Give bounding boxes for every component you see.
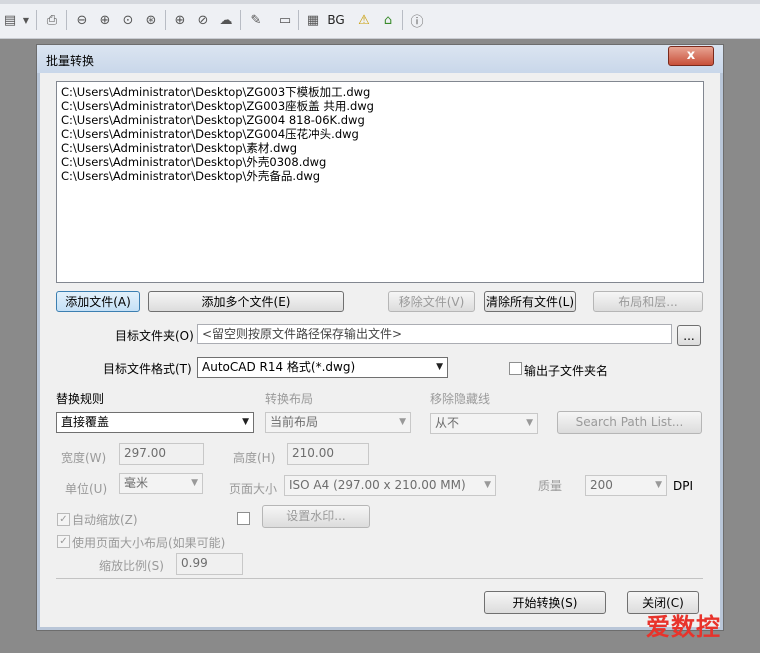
zoom-window-icon[interactable]: ⊙ [118, 10, 138, 30]
quality-value: 200 [590, 478, 613, 492]
start-convert-button[interactable]: 开始转换(S) [484, 591, 606, 614]
page-size-select[interactable]: ISO A4 (297.00 x 210.00 MM) ▼ [284, 475, 496, 496]
list-item[interactable]: C:\Users\Administrator\Desktop\素材.dwg [57, 141, 703, 155]
quality-label: 质量 [538, 479, 563, 493]
list-item[interactable]: C:\Users\Administrator\Desktop\ZG004 818… [57, 113, 703, 127]
pan-icon[interactable]: ☁ [216, 10, 236, 30]
list-item[interactable]: C:\Users\Administrator\Desktop\ZG003下模板加… [57, 85, 703, 99]
info-icon[interactable]: ⓘ [407, 10, 427, 30]
output-subfolder-checkbox[interactable] [509, 362, 522, 375]
target-folder-input[interactable]: <留空则按原文件路径保存输出文件> [197, 324, 672, 344]
bw-icon[interactable]: ▦ [303, 10, 323, 30]
auto-zoom-label: 自动缩放(Z) [72, 513, 138, 527]
height-label: 高度(H) [233, 451, 276, 465]
convert-layout-label: 转换布局 [265, 392, 314, 406]
watermark-checkbox[interactable] [237, 512, 250, 525]
chevron-down-icon: ▼ [526, 418, 533, 428]
remove-hidden-value: 从不 [435, 416, 460, 430]
layout-icon[interactable]: ▭ [275, 10, 295, 30]
add-file-button[interactable]: 添加文件(A) [56, 291, 140, 312]
zoom-dynamic-icon[interactable]: ⊛ [141, 10, 161, 30]
zoom-extents-icon[interactable]: ⊕ [170, 10, 190, 30]
layout-layers-button[interactable]: 布局和层... [593, 291, 703, 312]
main-toolbar: ▤ ▼ ⎙ ⊖ ⊕ ⊙ ⊛ ⊕ ⊘ ☁ ✎ ▭ ▦ BG ⚠ ⌂ ⓘ [0, 0, 760, 39]
use-page-layout-checkbox[interactable]: ✓ [57, 535, 70, 548]
output-subfolder-label: 输出子文件夹名 [524, 364, 609, 378]
zoom-in-icon[interactable]: ⊕ [95, 10, 115, 30]
width-input[interactable]: 297.00 [119, 443, 204, 465]
browse-button[interactable]: ... [677, 325, 701, 346]
toolbar-separator [66, 10, 67, 30]
page-size-label: 页面大小 [229, 482, 278, 496]
zoom-out-icon[interactable]: ⊖ [72, 10, 92, 30]
toolbar-separator [165, 10, 166, 30]
chevron-down-icon: ▼ [436, 362, 443, 372]
clear-all-files-button[interactable]: 清除所有文件(L) [484, 291, 576, 312]
auto-zoom-checkbox[interactable]: ✓ [57, 513, 70, 526]
group-divider [56, 578, 703, 579]
target-format-label: 目标文件格式(T) [103, 362, 192, 376]
toolbar-separator [240, 10, 241, 30]
open-icon[interactable]: ▤ [0, 10, 20, 30]
home-icon[interactable]: ⌂ [378, 10, 398, 30]
dialog-title: 批量转换 [46, 54, 95, 68]
add-multiple-files-button[interactable]: 添加多个文件(E) [148, 291, 344, 312]
page-size-value: ISO A4 (297.00 x 210.00 MM) [289, 478, 466, 492]
quality-select[interactable]: 200 ▼ [585, 475, 667, 496]
zoom-realtime-icon[interactable]: ⊘ [193, 10, 213, 30]
width-label: 宽度(W) [61, 451, 107, 465]
convert-layout-select[interactable]: 当前布局 ▼ [265, 412, 411, 433]
bg-button[interactable]: BG [325, 10, 347, 30]
zoom-ratio-label: 缩放比例(S) [99, 559, 164, 573]
list-item[interactable]: C:\Users\Administrator\Desktop\外壳备品.dwg [57, 169, 703, 183]
chevron-down-icon: ▼ [191, 478, 198, 488]
replace-rule-select[interactable]: 直接覆盖 ▼ [56, 412, 254, 433]
chevron-down-icon: ▼ [484, 480, 491, 490]
unit-label: 单位(U) [65, 482, 108, 496]
list-item[interactable]: C:\Users\Administrator\Desktop\ZG003座板盖 … [57, 99, 703, 113]
batch-convert-dialog: 批量转换 x C:\Users\Administrator\Desktop\ZG… [36, 44, 724, 631]
warning-icon[interactable]: ⚠ [354, 10, 374, 30]
unit-select[interactable]: 毫米 ▼ [119, 473, 203, 494]
replace-rule-value: 直接覆盖 [61, 415, 110, 429]
height-input[interactable]: 210.00 [287, 443, 369, 465]
layer-icon[interactable]: ✎ [246, 10, 266, 30]
print-icon[interactable]: ⎙ [42, 10, 62, 30]
convert-layout-value: 当前布局 [270, 415, 319, 429]
site-watermark: 爱数控 [646, 613, 721, 641]
set-watermark-button[interactable]: 设置水印... [262, 505, 370, 528]
chevron-down-icon: ▼ [399, 417, 406, 427]
chevron-down-icon: ▼ [655, 480, 662, 490]
search-path-button[interactable]: Search Path List... [557, 411, 702, 434]
dpi-label: DPI [673, 479, 694, 493]
target-folder-label: 目标文件夹(O) [115, 329, 194, 343]
replace-rule-label: 替换规则 [56, 392, 105, 406]
dropdown-icon[interactable]: ▼ [20, 10, 32, 30]
list-item[interactable]: C:\Users\Administrator\Desktop\ZG004压花冲头… [57, 127, 703, 141]
toolbar-separator [36, 10, 37, 30]
menu-strip [0, 0, 760, 4]
toolbar-separator [402, 10, 403, 30]
zoom-ratio-input[interactable]: 0.99 [176, 553, 243, 575]
use-page-layout-label: 使用页面大小布局(如果可能) [72, 536, 226, 550]
chevron-down-icon: ▼ [242, 417, 249, 427]
dialog-titlebar: 批量转换 x [37, 45, 723, 73]
target-format-value: AutoCAD R14 格式(*.dwg) [202, 360, 356, 374]
remove-file-button[interactable]: 移除文件(V) [388, 291, 475, 312]
toolbar-separator [298, 10, 299, 30]
target-format-select[interactable]: AutoCAD R14 格式(*.dwg) ▼ [197, 357, 448, 378]
file-list[interactable]: C:\Users\Administrator\Desktop\ZG003下模板加… [56, 81, 704, 283]
unit-value: 毫米 [124, 476, 149, 490]
close-icon[interactable]: x [668, 46, 714, 66]
list-item[interactable]: C:\Users\Administrator\Desktop\外壳0308.dw… [57, 155, 703, 169]
remove-hidden-label: 移除隐藏线 [430, 392, 491, 406]
remove-hidden-select[interactable]: 从不 ▼ [430, 413, 538, 434]
